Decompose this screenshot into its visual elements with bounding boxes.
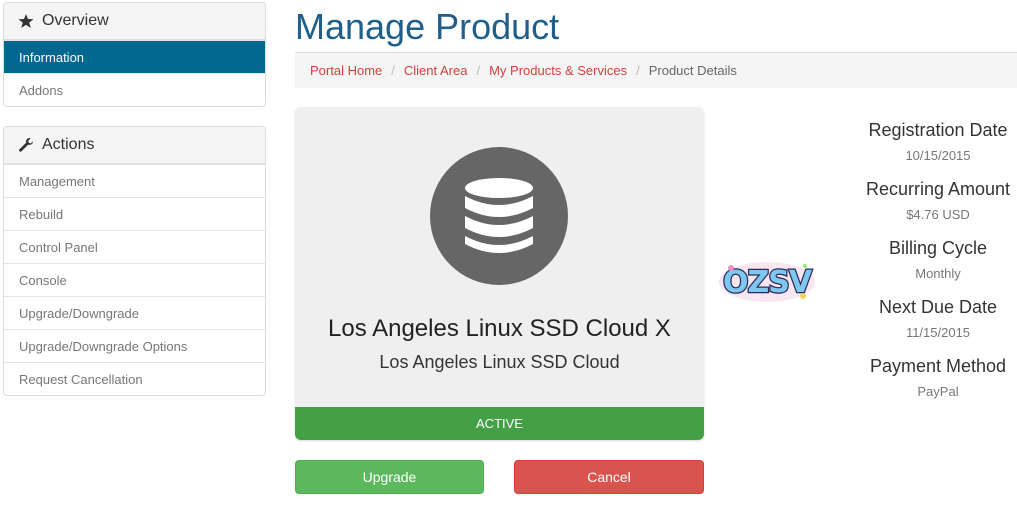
payment-method-value: PayPal — [917, 384, 959, 399]
product-name: Los Angeles Linux SSD Cloud X — [328, 315, 671, 342]
database-icon — [430, 147, 568, 285]
registration-date-label: Registration Date — [868, 120, 1008, 140]
sidebar-item-information[interactable]: Information — [4, 40, 265, 73]
cancel-button[interactable]: Cancel — [514, 460, 704, 494]
ozsv-logo: OZSV — [717, 256, 817, 308]
sidebar-item-request-cancellation[interactable]: Request Cancellation — [4, 362, 265, 395]
breadcrumb-separator: / — [391, 63, 395, 78]
sidebar-item-upgrade-downgrade[interactable]: Upgrade/Downgrade — [4, 296, 265, 329]
svg-text:OZSV: OZSV — [723, 265, 813, 300]
overview-panel: Overview Information Addons — [3, 2, 266, 107]
breadcrumb-current: Product Details — [648, 63, 737, 78]
sidebar-item-management[interactable]: Management — [4, 164, 265, 197]
billing-cycle-label: Billing Cycle — [888, 238, 988, 258]
sidebar-item-control-panel[interactable]: Control Panel — [4, 230, 265, 263]
product-card: Los Angeles Linux SSD Cloud X Los Angele… — [295, 107, 704, 440]
page-title: Manage Product — [295, 6, 560, 47]
overview-heading: Overview — [4, 3, 265, 40]
next-due-date-label: Next Due Date — [878, 297, 998, 317]
star-icon — [18, 13, 34, 29]
overview-heading-label: Overview — [42, 12, 109, 29]
sidebar-item-console[interactable]: Console — [4, 263, 265, 296]
wrench-icon — [18, 137, 34, 153]
billing-cycle-value: Monthly — [915, 266, 961, 281]
sidebar-item-rebuild[interactable]: Rebuild — [4, 197, 265, 230]
recurring-amount-value: $4.76 USD — [906, 207, 970, 222]
breadcrumb-separator: / — [476, 63, 481, 78]
breadcrumb-portal-home[interactable]: Portal Home — [310, 63, 382, 78]
payment-method-label: Payment Method — [869, 356, 1007, 376]
breadcrumb-separator: / — [636, 63, 640, 78]
upgrade-button[interactable]: Upgrade — [295, 460, 484, 494]
recurring-amount-label: Recurring Amount — [865, 179, 1011, 199]
breadcrumb-client-area[interactable]: Client Area — [404, 63, 468, 78]
actions-heading-label: Actions — [42, 136, 95, 153]
next-due-date-value: 11/15/2015 — [905, 325, 971, 340]
sidebar-item-addons[interactable]: Addons — [4, 73, 265, 106]
product-group: Los Angeles Linux SSD Cloud — [379, 352, 620, 372]
product-details: Registration Date 10/15/2015 Recurring A… — [859, 115, 1017, 410]
registration-date-value: 10/15/2015 — [905, 148, 971, 163]
actions-panel: Actions Management Rebuild Control Panel… — [3, 126, 266, 396]
status-badge: ACTIVE — [295, 407, 704, 440]
actions-heading: Actions — [4, 127, 265, 164]
sidebar-item-upgrade-downgrade-options[interactable]: Upgrade/Downgrade Options — [4, 329, 265, 362]
breadcrumb: Portal Home / Client Area / My Products … — [295, 52, 1017, 88]
breadcrumb-my-products-services[interactable]: My Products & Services — [489, 63, 627, 78]
